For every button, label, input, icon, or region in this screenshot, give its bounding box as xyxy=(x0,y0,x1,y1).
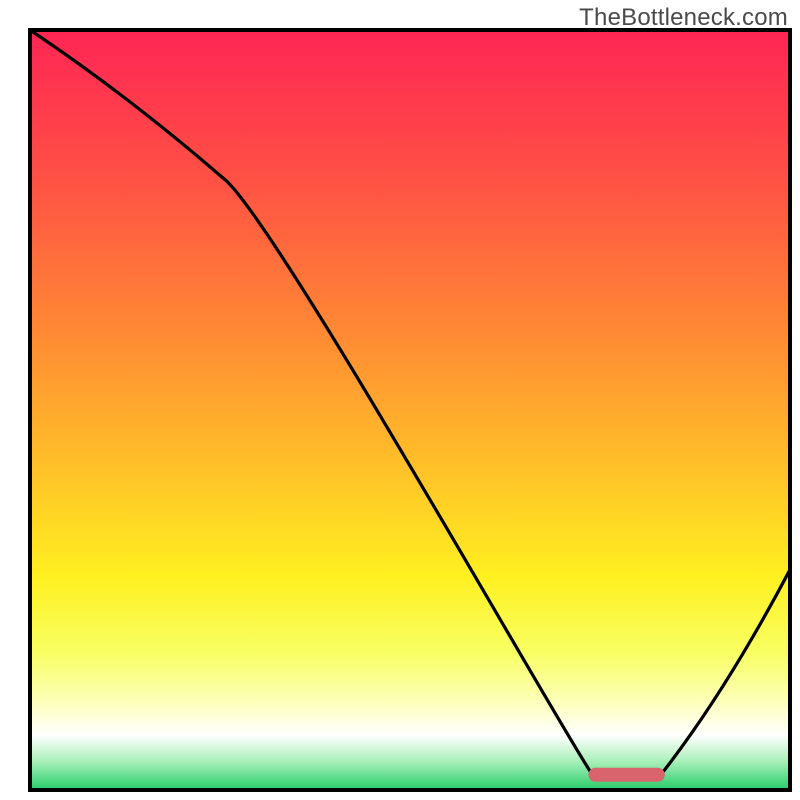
bottleneck-chart xyxy=(0,0,800,800)
watermark-label: TheBottleneck.com xyxy=(579,4,788,32)
chart-container: TheBottleneck.com xyxy=(0,0,800,800)
optimal-marker xyxy=(588,768,664,782)
chart-background xyxy=(32,32,788,788)
